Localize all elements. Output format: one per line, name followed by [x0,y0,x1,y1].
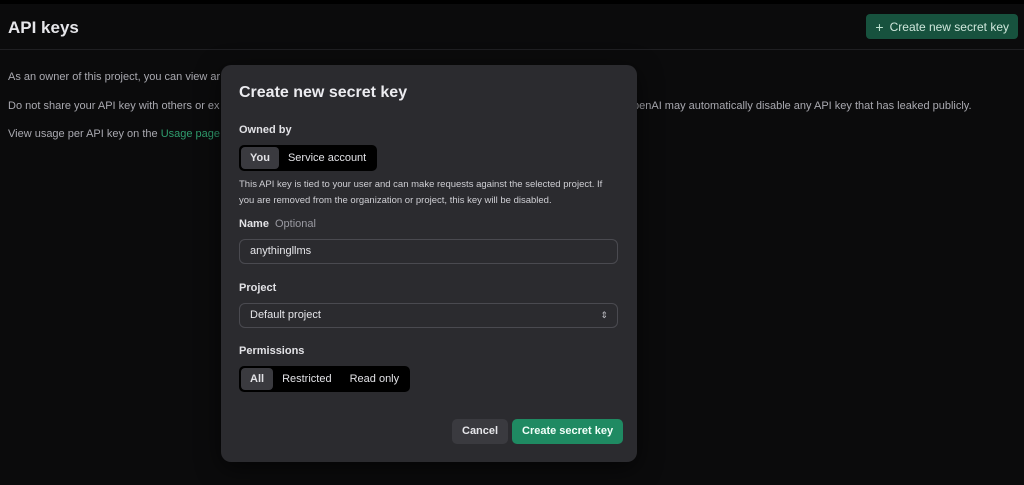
create-new-secret-key-label: Create new secret key [889,19,1009,34]
ownership-description: This API key is tied to your user and ca… [239,179,603,206]
owner-info-text: As an owner of this project, you can vie… [8,71,221,83]
owned-by-label: Owned by [239,124,292,136]
owned-by-you-option[interactable]: You [241,147,279,169]
name-optional-hint: Optional [274,218,316,230]
owned-by-toggle: You Service account [239,145,378,171]
chevron-up-down-icon: ⇕ [600,310,608,320]
usage-info-prefix: View usage per API key on the [8,128,161,140]
name-label-text: Name [239,218,269,230]
project-select-value: Default project [250,309,321,321]
dialog-title: Create new secret key [239,84,408,101]
share-warning-text: Do not share your API key with others or… [8,100,220,112]
name-label: Name Optional [239,218,316,230]
create-new-secret-key-button[interactable]: + Create new secret key [866,14,1018,39]
share-warning-text-continued: penAI may automatically disable any API … [633,100,972,112]
usage-info-text: View usage per API key on the Usage page… [8,128,223,140]
name-input[interactable]: anythingllms [239,239,618,264]
page-header: API keys + Create new secret key [0,4,1024,50]
project-select[interactable]: Default project ⇕ [239,303,618,328]
page-title: API keys [8,18,79,37]
permissions-label: Permissions [239,345,305,357]
plus-icon: + [875,18,884,35]
cancel-button[interactable]: Cancel [452,419,509,444]
permissions-restricted-option[interactable]: Restricted [273,368,341,390]
usage-page-link[interactable]: Usage page. [161,128,223,140]
create-secret-key-button[interactable]: Create secret key [512,419,624,444]
permissions-read-only-option[interactable]: Read only [341,368,409,390]
permissions-all-option[interactable]: All [241,368,274,390]
owned-by-service-account-option[interactable]: Service account [279,147,375,169]
create-secret-key-dialog: Create new secret key Owned by You Servi… [221,65,637,462]
project-label: Project [239,282,277,294]
name-input-value: anythingllms [250,245,312,257]
permissions-toggle: All Restricted Read only [239,366,411,392]
